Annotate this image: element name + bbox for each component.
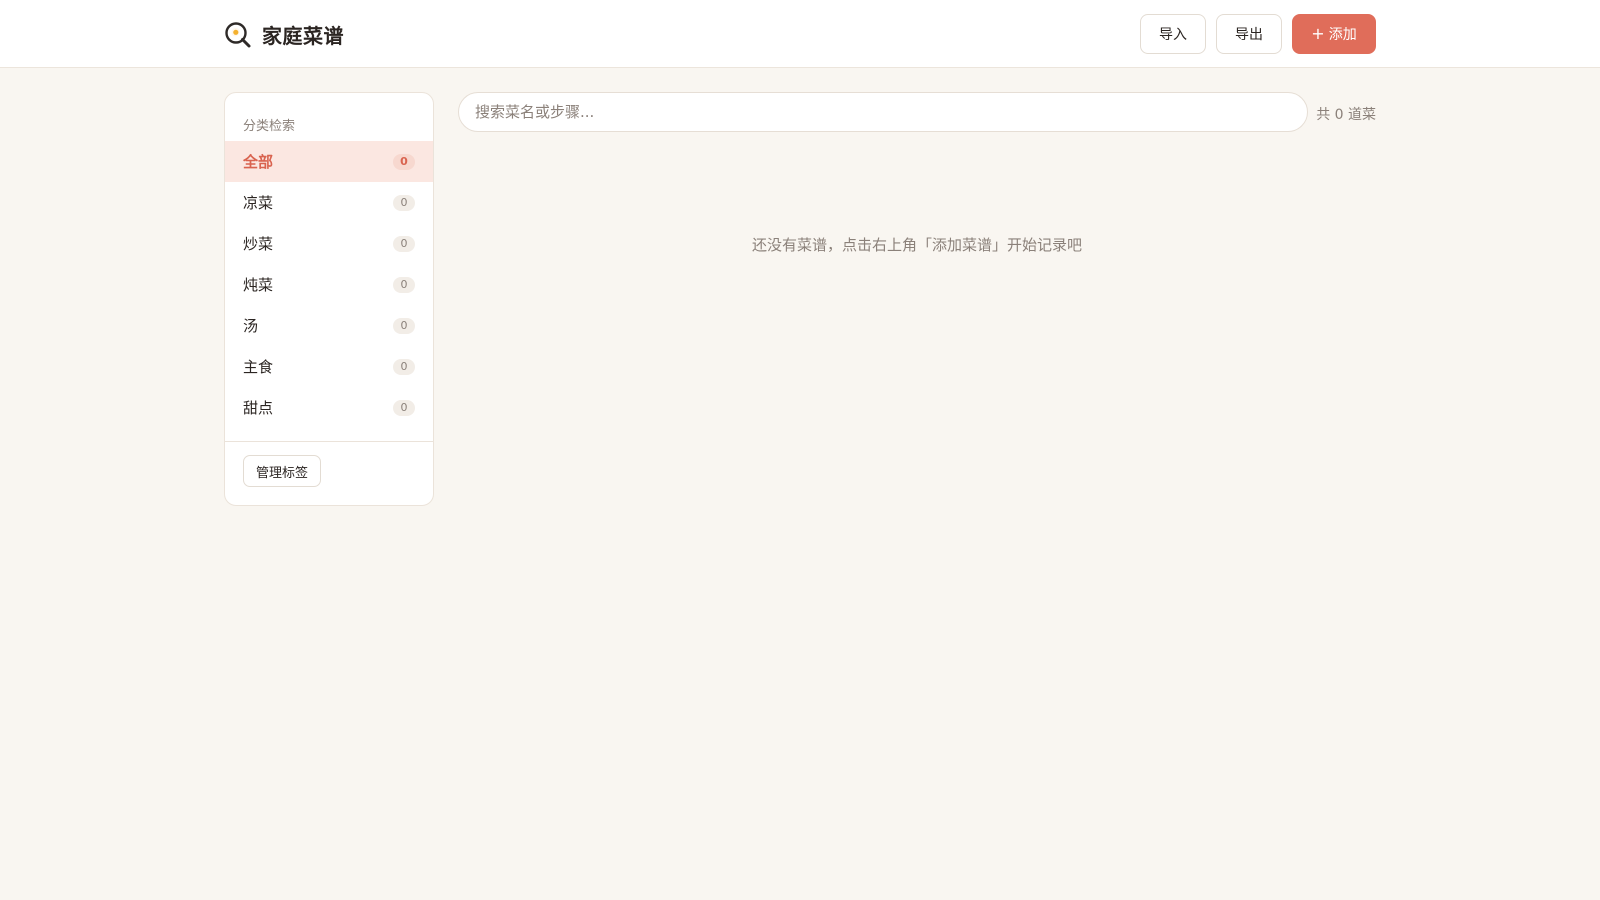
category-item-cold-dishes[interactable]: 凉菜 0 — [225, 182, 433, 223]
import-button[interactable]: 导入 — [1140, 14, 1206, 54]
count-badge: 0 — [393, 358, 415, 375]
category-label: 汤 — [243, 317, 259, 335]
sidebar-heading: 分类检索 — [243, 119, 296, 134]
category-label: 甜点 — [243, 399, 274, 417]
category-sidebar: 分类检索 全部 0 凉菜 0 炒菜 0 炖菜 0 汤 0 主食 0 甜点 0 管… — [224, 92, 434, 506]
count-badge: 0 — [393, 399, 415, 416]
category-label: 主食 — [243, 358, 274, 376]
top-header: 家庭菜谱 导入 导出 + 添加 — [0, 0, 1600, 68]
recipe-total-count: 共 0 道菜 — [1316, 107, 1376, 123]
add-label: 添加 — [1328, 27, 1357, 43]
export-button[interactable]: 导出 — [1216, 14, 1282, 54]
brand: 家庭菜谱 — [224, 20, 344, 49]
add-recipe-button[interactable]: + 添加 — [1292, 14, 1376, 54]
category-item-stir-fry[interactable]: 炒菜 0 — [225, 223, 433, 264]
empty-state-message: 还没有菜谱，点击右上角「添加菜谱」开始记录吧 — [751, 236, 1082, 254]
count-badge: 0 — [393, 276, 415, 293]
count-badge: 0 — [393, 317, 415, 334]
category-list: 全部 0 凉菜 0 炒菜 0 炖菜 0 汤 0 主食 0 甜点 0 — [225, 141, 433, 428]
category-item-dessert[interactable]: 甜点 0 — [225, 387, 433, 428]
category-label: 凉菜 — [243, 194, 274, 212]
category-label: 炒菜 — [243, 235, 274, 253]
search-input[interactable] — [458, 92, 1308, 132]
sidebar-divider — [225, 441, 433, 442]
category-item-all[interactable]: 全部 0 — [225, 141, 433, 182]
frying-pan-egg-icon — [225, 21, 251, 47]
category-label: 全部 — [243, 153, 274, 171]
category-item-soup[interactable]: 汤 0 — [225, 305, 433, 346]
header-actions: 导入 导出 + 添加 — [1140, 14, 1376, 54]
category-item-staple[interactable]: 主食 0 — [225, 346, 433, 387]
count-badge: 0 — [393, 153, 415, 170]
manage-tags-button[interactable]: 管理标签 — [243, 455, 322, 487]
category-item-stew[interactable]: 炖菜 0 — [225, 264, 433, 305]
category-label: 炖菜 — [243, 276, 274, 294]
app-title: 家庭菜谱 — [262, 24, 344, 48]
count-badge: 0 — [393, 235, 415, 252]
count-badge: 0 — [393, 194, 415, 211]
plus-icon: + — [1311, 24, 1325, 43]
